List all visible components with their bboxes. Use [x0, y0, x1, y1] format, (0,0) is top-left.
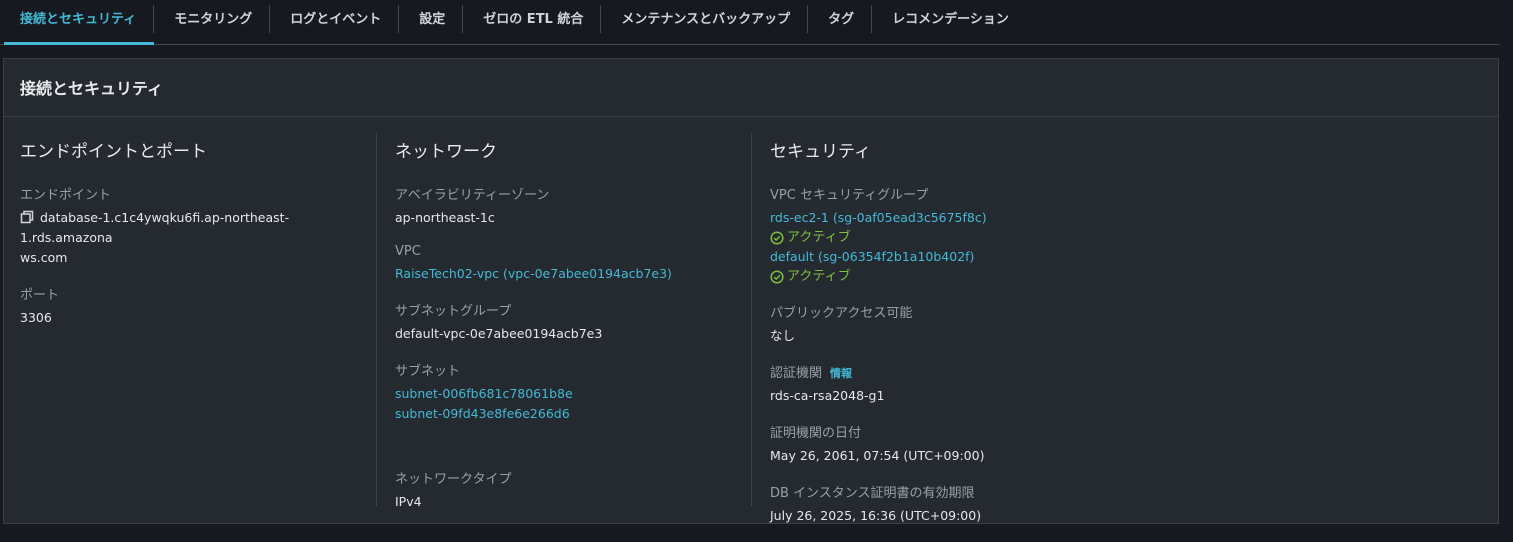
info-link[interactable]: 情報 [830, 367, 852, 380]
tab-recommendations[interactable]: レコメンデーション [872, 0, 1027, 44]
ca-date-value: May 26, 2061, 07:54 (UTC+09:00) [770, 448, 985, 463]
status-badge: アクティブ [770, 267, 1170, 286]
port-value: 3306 [20, 310, 52, 325]
subnet-link-1[interactable]: subnet-006fb681c78061b8e [395, 384, 735, 404]
subnet-field: サブネット subnet-006fb681c78061b8e subnet-09… [395, 360, 735, 424]
connectivity-security-panel: 接続とセキュリティ エンドポイントとポート エンドポイント database-1… [3, 58, 1499, 524]
endpoint-label: エンドポイント [20, 188, 112, 203]
panel-title: 接続とセキュリティ [4, 59, 1498, 117]
tab-maintenance-backup[interactable]: メンテナンスとバックアップ [601, 0, 809, 44]
endpoint-port-column: エンドポイントとポート エンドポイント database-1.c1c4ywqku… [20, 133, 360, 344]
port-label: ポート [20, 288, 60, 303]
status-text: アクティブ [787, 230, 851, 245]
certificate-authority-value: rds-ca-rsa2048-g1 [770, 388, 885, 403]
endpoint-line-2: ws.com [20, 250, 68, 265]
certificate-authority-field: 認証機関 情報 rds-ca-rsa2048-g1 [770, 362, 1170, 406]
cert-expiry-label: DB インスタンス証明書の有効期限 [770, 486, 975, 501]
vpc-field: VPC RaiseTech02-vpc (vpc-0e7abee0194acb7… [395, 244, 735, 284]
subnet-group-label: サブネットグループ [395, 304, 512, 319]
vpc-label: VPC [395, 244, 421, 259]
tab-bar: 接続とセキュリティ モニタリング ログとイベント 設定 ゼロの ETL 統合 メ… [0, 0, 1500, 45]
column-divider [751, 133, 752, 506]
certificate-authority-label-text: 認証機関 [770, 366, 823, 381]
subnet-link-2[interactable]: subnet-09fd43e8fe6e266d6 [395, 404, 735, 424]
az-value: ap-northeast-1c [395, 210, 495, 225]
endpoint-line-1: database-1.c1c4ywqku6fi.ap-northeast-1.r… [20, 210, 290, 245]
public-access-value: なし [770, 328, 796, 343]
port-field: ポート 3306 [20, 284, 360, 328]
network-type-field: ネットワークタイプ IPv4 [395, 468, 735, 512]
security-group-field: VPC セキュリティグループ rds-ec2-1 (sg-0af05ead3c5… [770, 184, 1170, 286]
ca-date-field: 証明機関の日付 May 26, 2061, 07:54 (UTC+09:00) [770, 422, 1170, 466]
subnet-label: サブネット [395, 364, 461, 379]
subnet-group-value: default-vpc-0e7abee0194acb7e3 [395, 326, 603, 341]
status-badge: アクティブ [770, 228, 1170, 247]
security-column: セキュリティ VPC セキュリティグループ rds-ec2-1 (sg-0af0… [770, 133, 1170, 542]
cert-expiry-value: July 26, 2025, 16:36 (UTC+09:00) [770, 508, 982, 523]
tab-monitoring[interactable]: モニタリング [154, 0, 271, 44]
security-group-label: VPC セキュリティグループ [770, 188, 929, 203]
endpoint-value: database-1.c1c4ywqku6fi.ap-northeast-1.r… [20, 208, 360, 268]
network-heading: ネットワーク [395, 142, 497, 162]
certificate-authority-label: 認証機関 情報 [770, 362, 1170, 381]
check-circle-icon [770, 269, 784, 284]
network-type-value: IPv4 [395, 494, 422, 509]
status-text: アクティブ [787, 269, 851, 284]
public-access-label: パブリックアクセス可能 [770, 306, 913, 321]
tab-connectivity-security[interactable]: 接続とセキュリティ [0, 0, 155, 45]
security-group-link-1[interactable]: rds-ec2-1 (sg-0af05ead3c5675f8c) [770, 208, 1170, 228]
security-group-link-2[interactable]: default (sg-06354f2b1a10b402f) [770, 247, 1170, 267]
ca-date-label: 証明機関の日付 [770, 426, 862, 441]
public-access-field: パブリックアクセス可能 なし [770, 302, 1170, 346]
tab-tags[interactable]: タグ [808, 0, 873, 44]
endpoint-field: エンドポイント database-1.c1c4ywqku6fi.ap-north… [20, 184, 360, 268]
tab-zero-etl[interactable]: ゼロの ETL 統合 [463, 0, 602, 44]
check-circle-icon [770, 230, 784, 245]
copy-icon[interactable] [20, 210, 34, 224]
az-field: アベイラビリティーゾーン ap-northeast-1c [395, 184, 735, 228]
column-divider [376, 133, 377, 506]
az-label: アベイラビリティーゾーン [395, 188, 550, 203]
tab-logs-events[interactable]: ログとイベント [270, 0, 400, 44]
endpoint-port-heading: エンドポイントとポート [20, 142, 207, 162]
tab-configuration[interactable]: 設定 [399, 0, 464, 44]
subnet-group-field: サブネットグループ default-vpc-0e7abee0194acb7e3 [395, 300, 735, 344]
network-type-label: ネットワークタイプ [395, 472, 512, 487]
vpc-link[interactable]: RaiseTech02-vpc (vpc-0e7abee0194acb7e3) [395, 264, 735, 284]
security-heading: セキュリティ [770, 142, 871, 162]
network-column: ネットワーク アベイラビリティーゾーン ap-northeast-1c VPC … [395, 133, 735, 528]
cert-expiry-field: DB インスタンス証明書の有効期限 July 26, 2025, 16:36 (… [770, 482, 1170, 526]
